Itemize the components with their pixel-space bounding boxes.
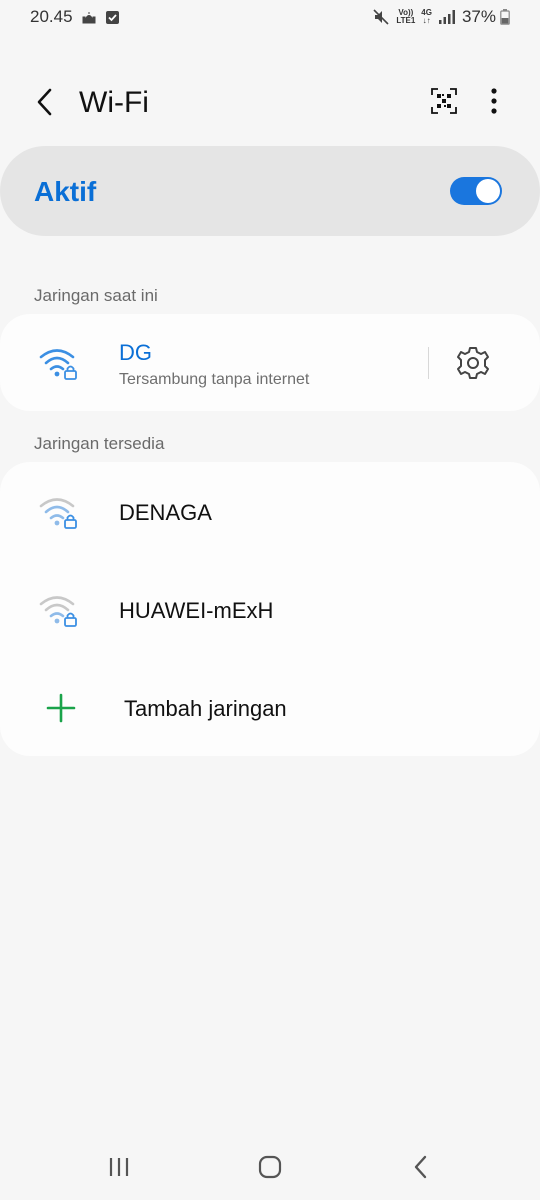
wifi-master-toggle-row[interactable]: Aktif <box>0 146 540 236</box>
status-time: 20.45 <box>30 7 73 26</box>
home-button[interactable] <box>255 1152 285 1182</box>
network-row-huawei[interactable]: HUAWEI-mExH <box>0 560 540 657</box>
back-button[interactable] <box>28 84 60 120</box>
battery-percent: 37% <box>461 7 496 26</box>
back-icon <box>414 1155 427 1179</box>
page-title: Wi-Fi <box>79 86 149 119</box>
battery-icon <box>500 9 510 25</box>
add-network-label: Tambah jaringan <box>124 696 287 721</box>
status-left: 20.45 <box>30 7 120 27</box>
more-options-button[interactable] <box>480 84 508 118</box>
status-right: Vo)) LTE1 4G ↓↑ 37% <box>372 7 510 27</box>
volte-indicator: Vo)) LTE1 <box>396 8 416 25</box>
qr-code-button[interactable] <box>428 84 460 118</box>
network-name: HUAWEI-mExH <box>119 598 274 623</box>
more-vertical-icon <box>491 88 497 114</box>
row-divider <box>428 347 429 379</box>
add-network-row[interactable]: Tambah jaringan <box>0 658 540 755</box>
network-name: DENAGA <box>119 500 212 525</box>
app-header: Wi-Fi <box>0 70 540 134</box>
network-row-denaga[interactable]: DENAGA <box>0 462 540 559</box>
recent-apps-button[interactable] <box>104 1152 134 1182</box>
checkbox-notification-icon <box>105 10 119 24</box>
current-network-row[interactable]: DG Tersambung tanpa internet <box>0 314 540 411</box>
chevron-left-icon <box>37 88 52 116</box>
wifi-lock-icon <box>39 596 77 627</box>
network-type-indicator: 4G ↓↑ <box>421 8 432 25</box>
recent-apps-icon <box>109 1158 129 1176</box>
signal-icon <box>438 10 455 24</box>
status-bar: 20.45 Vo)) LTE1 4G ↓↑ 37% <box>0 0 540 34</box>
gear-icon[interactable] <box>454 344 492 382</box>
wifi-toggle-switch[interactable] <box>450 177 502 205</box>
available-networks-section-label: Jaringan tersedia <box>34 434 165 453</box>
current-network-section-label: Jaringan saat ini <box>34 286 158 305</box>
battery-indicator: 37% <box>462 7 510 27</box>
current-network-name: DG <box>119 340 152 365</box>
system-back-button[interactable] <box>406 1152 436 1182</box>
wifi-lock-icon <box>39 498 77 529</box>
plus-icon <box>46 693 76 723</box>
current-network-card: DG Tersambung tanpa internet <box>0 314 540 411</box>
home-icon <box>258 1155 282 1179</box>
wifi-status-label: Aktif <box>34 176 97 207</box>
system-navigation-bar <box>0 1136 540 1196</box>
current-network-status: Tersambung tanpa internet <box>119 371 310 388</box>
wifi-lock-icon <box>39 349 77 380</box>
qr-code-icon <box>431 88 457 114</box>
mosque-notification-icon <box>82 12 96 24</box>
toggle-knob <box>476 179 500 203</box>
data-arrows-icon: ↓↑ <box>422 16 431 25</box>
available-networks-card: DENAGA HUAWEI-mExH Tambah jaringan <box>0 462 540 756</box>
mute-icon <box>373 9 389 25</box>
